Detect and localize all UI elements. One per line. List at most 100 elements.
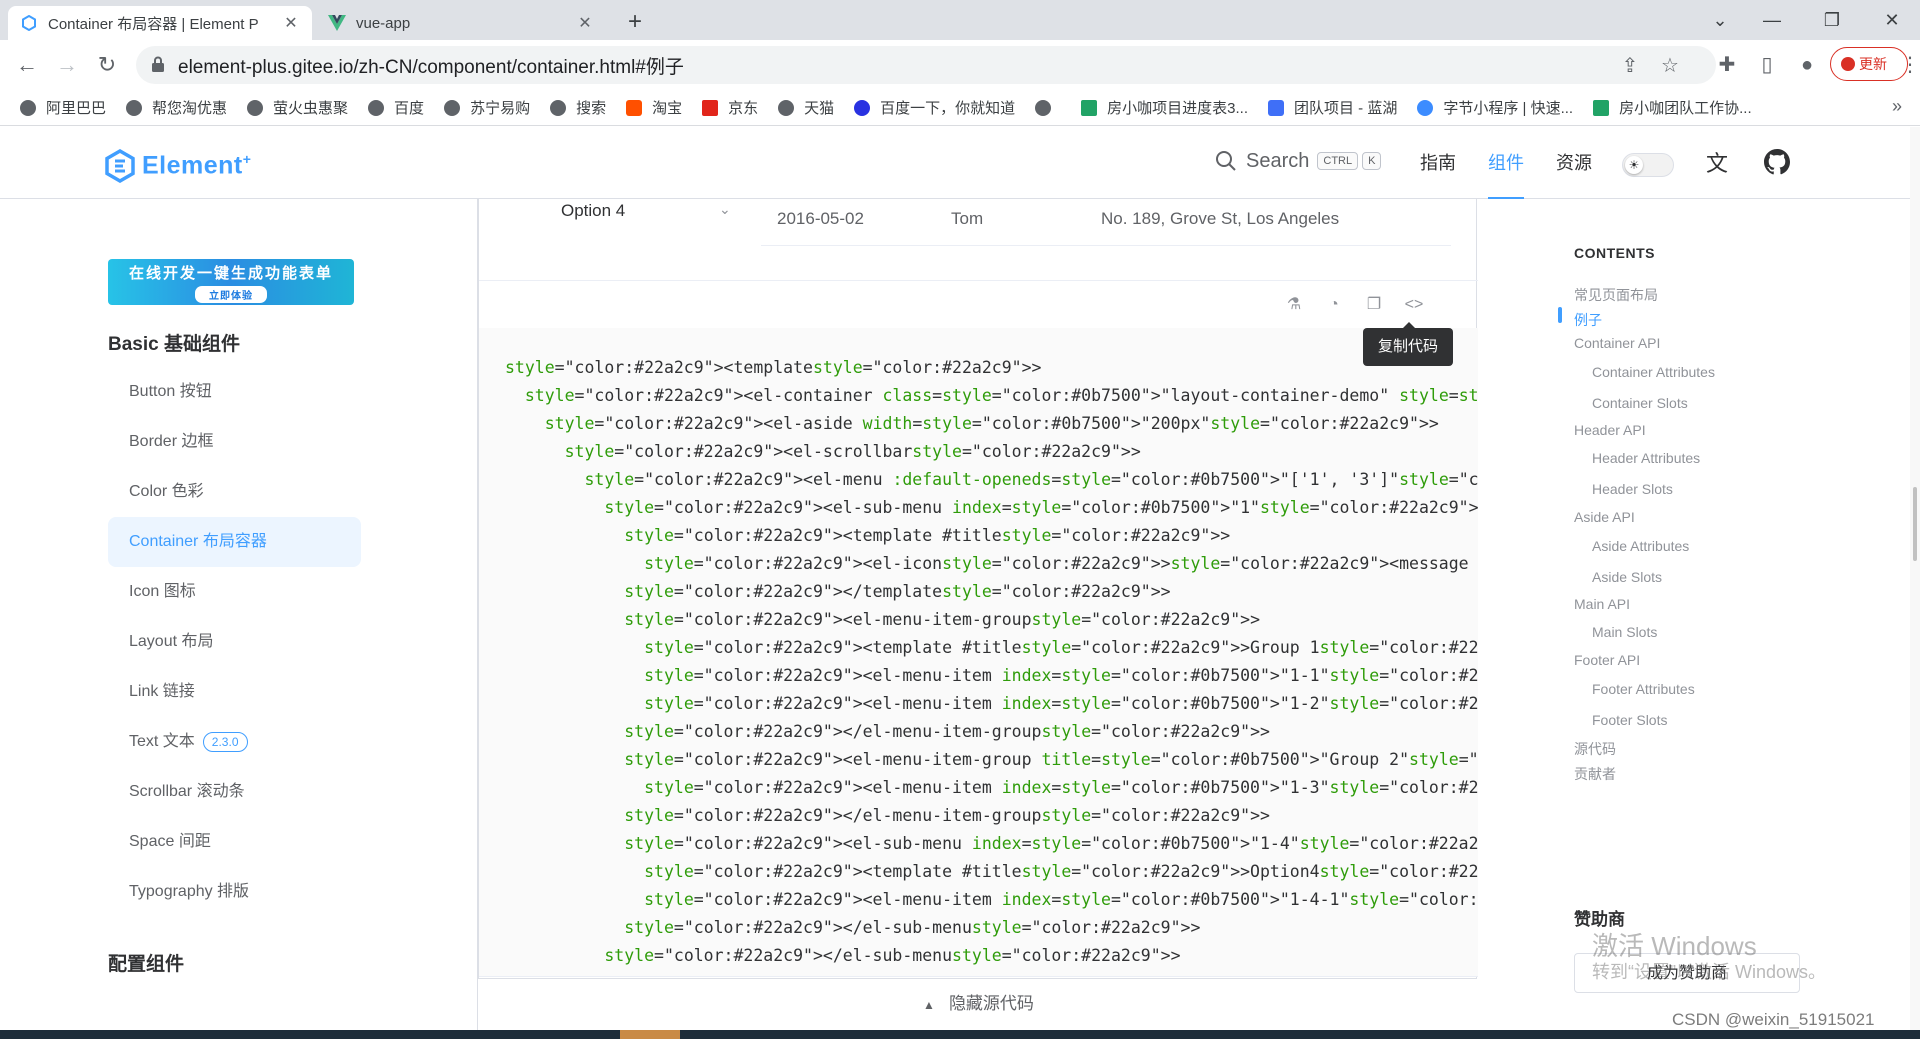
toc-item[interactable]: 例子: [1574, 310, 1602, 330]
toc-item[interactable]: Header Attributes: [1592, 450, 1700, 466]
nav-resource[interactable]: 资源: [1556, 127, 1592, 199]
github-icon[interactable]: [1762, 149, 1792, 179]
toc-item[interactable]: Footer Slots: [1592, 712, 1667, 728]
sidebar-item-space[interactable]: Space 间距: [108, 817, 361, 867]
bookmark-item[interactable]: 阿里巴巴: [20, 97, 106, 118]
bookmark-label: 萤火虫惠聚: [273, 100, 349, 117]
sidebar-item-icon[interactable]: Icon 图标: [108, 567, 361, 617]
promo-banner[interactable]: 在线开发一键生成功能表单 立即体验: [108, 259, 354, 305]
nav-component[interactable]: 组件: [1488, 127, 1524, 199]
caret-up-icon: ▲: [923, 998, 935, 1012]
bookmark-label: 团队项目 - 蓝湖: [1294, 100, 1398, 117]
sidebar-item-typography[interactable]: Typography 排版: [108, 867, 361, 917]
code-line: style="color:#22a2c9"><templatestyle="co…: [505, 358, 1042, 377]
minimize-icon[interactable]: —: [1742, 0, 1802, 40]
bookmark-item[interactable]: 房小咖团队工作协...: [1593, 97, 1752, 118]
bookmark-item[interactable]: 京东: [702, 97, 758, 118]
restore-icon[interactable]: ❐: [1802, 0, 1862, 40]
back-icon[interactable]: ←: [12, 50, 42, 80]
github-edit-icon[interactable]: ◔: [1322, 293, 1346, 317]
sidebar-item-text[interactable]: Text 文本 2.3.0: [108, 717, 361, 767]
address-bar[interactable]: element-plus.gitee.io/zh-CN/component/co…: [136, 46, 1716, 84]
chevron-down-icon: ⌄: [719, 201, 731, 217]
bookmarks-overflow-icon[interactable]: »: [1892, 96, 1902, 117]
toc-item[interactable]: 源代码: [1574, 739, 1616, 759]
bookmark-label: 京东: [728, 100, 759, 117]
tab-element-container[interactable]: Container 布局容器 | Element P ✕: [8, 6, 312, 40]
bookmark-label: 帮您淘优惠: [152, 100, 228, 117]
toc-item[interactable]: Aside Attributes: [1592, 538, 1689, 554]
bookmark-item[interactable]: 天猫: [778, 97, 834, 118]
close-tab-icon[interactable]: ✕: [282, 13, 300, 33]
menu-option-4[interactable]: Option 4: [561, 201, 625, 221]
reload-icon[interactable]: ↻: [92, 50, 122, 80]
side-panel-icon[interactable]: ▯: [1752, 50, 1782, 80]
bookmark-item[interactable]: 苏宁易购: [444, 97, 530, 118]
bookmark-item[interactable]: 团队项目 - 蓝湖: [1268, 97, 1397, 118]
bookmark-item[interactable]: 搜索: [550, 97, 606, 118]
forward-icon[interactable]: →: [52, 50, 82, 80]
sidebar-item-border[interactable]: Border 边框: [108, 417, 361, 467]
search-button[interactable]: Search CTRL K: [1214, 149, 1382, 173]
bookmark-star-icon[interactable]: ☆: [1658, 54, 1682, 78]
toc-item[interactable]: Header API: [1574, 422, 1646, 438]
toc-item[interactable]: Footer Attributes: [1592, 681, 1695, 697]
theme-toggle[interactable]: ☀: [1622, 153, 1674, 177]
sidebar-item-layout[interactable]: Layout 布局: [108, 617, 361, 667]
sidebar-item-label: Text 文本: [129, 733, 195, 750]
copy-icon[interactable]: ❐: [1362, 293, 1386, 317]
kbd-k: K: [1362, 152, 1382, 170]
bookmark-item[interactable]: 百度一下，你就知道: [854, 97, 1015, 118]
toc-item[interactable]: Main API: [1574, 596, 1630, 612]
hide-source-button[interactable]: ▲ 隐藏源代码: [479, 976, 1478, 1030]
bookmark-item[interactable]: 帮您淘优惠: [126, 97, 227, 118]
code-line: style="color:#22a2c9"></el-sub-menustyle…: [624, 918, 1201, 937]
toc-active-marker: [1558, 307, 1562, 323]
translate-icon[interactable]: 文: [1702, 149, 1732, 179]
sidebar-item-link[interactable]: Link 链接: [108, 667, 361, 717]
bookmark-item[interactable]: 淘宝: [626, 97, 682, 118]
bookmark-item[interactable]: 房小咖项目进度表3...: [1081, 97, 1248, 118]
toc-item[interactable]: Footer API: [1574, 652, 1640, 668]
close-tab-icon[interactable]: ✕: [576, 13, 594, 33]
toc-item[interactable]: Container Attributes: [1592, 364, 1715, 380]
bookmark-item[interactable]: [1035, 99, 1061, 116]
sidebar-item-container[interactable]: Container 布局容器: [108, 517, 361, 567]
toc-item[interactable]: Header Slots: [1592, 481, 1673, 497]
bookmark-item[interactable]: 字节小程序 | 快速...: [1417, 97, 1573, 118]
new-tab-icon[interactable]: +: [620, 8, 650, 38]
site-header: Element+ Search CTRL K 指南 组件 资源 ☀ 文: [0, 127, 1910, 199]
tab-vue-app[interactable]: vue-app ✕: [316, 6, 606, 40]
menu-kebab-icon[interactable]: ⋮: [1900, 50, 1920, 80]
nav-guide[interactable]: 指南: [1420, 127, 1456, 199]
page-scrollbar[interactable]: [1910, 127, 1920, 1039]
share-icon[interactable]: ⇪: [1618, 54, 1642, 78]
close-window-icon[interactable]: ✕: [1862, 0, 1920, 40]
element-plus-logo[interactable]: Element+: [104, 149, 251, 183]
toc-item[interactable]: Container API: [1574, 335, 1660, 351]
sidebar-item-color[interactable]: Color 色彩: [108, 467, 361, 517]
code-toggle-icon[interactable]: <>: [1402, 293, 1426, 317]
tab-search-chevron-icon[interactable]: ⌄: [1690, 0, 1750, 40]
sidebar-item-scrollbar[interactable]: Scrollbar 滚动条: [108, 767, 361, 817]
toc-item[interactable]: Aside Slots: [1592, 569, 1662, 585]
profile-avatar-icon[interactable]: ●: [1792, 50, 1822, 80]
code-line: style="color:#22a2c9"><el-iconstyle="col…: [644, 554, 1478, 573]
toc-item[interactable]: Aside API: [1574, 509, 1635, 525]
sidebar-item-button[interactable]: Button 按钮: [108, 367, 361, 417]
update-button[interactable]: 更新: [1830, 47, 1908, 81]
bookmark-item[interactable]: 萤火虫惠聚: [247, 97, 348, 118]
taskbar-app[interactable]: [620, 1030, 680, 1039]
scrollbar-thumb[interactable]: [1913, 487, 1917, 561]
playground-flask-icon[interactable]: ⚗: [1282, 293, 1306, 317]
toc-item[interactable]: 常见页面布局: [1574, 285, 1658, 305]
url-text: element-plus.gitee.io/zh-CN/component/co…: [178, 56, 684, 78]
browser-tab-strip: Container 布局容器 | Element P ✕ vue-app ✕ +…: [0, 0, 1920, 40]
extensions-icon[interactable]: ✚: [1712, 50, 1742, 80]
toc-item[interactable]: 贡献者: [1574, 764, 1616, 784]
toc-item[interactable]: Main Slots: [1592, 624, 1657, 640]
toc-item[interactable]: Container Slots: [1592, 395, 1688, 411]
table-of-contents: CONTENTS 赞助商 成为赞助商 常见页面布局 例子 Container API…: [1478, 199, 1910, 1039]
bookmark-item[interactable]: 百度: [368, 97, 424, 118]
code-line: style="color:#22a2c9"><el-menu-item inde…: [644, 890, 1478, 909]
